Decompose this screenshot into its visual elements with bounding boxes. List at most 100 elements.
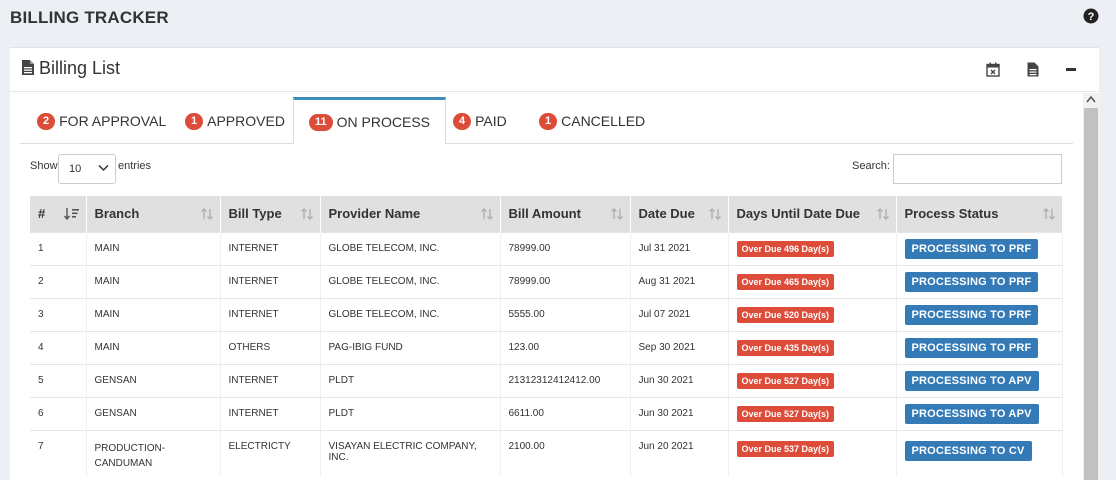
process-status-button[interactable]: PROCESSING TO APV <box>904 370 1039 391</box>
card-header: Billing List <box>10 48 1099 92</box>
cell-branch: MAIN <box>86 297 221 331</box>
col-header-number[interactable]: # <box>30 196 87 232</box>
overdue-badge: Over Due 537 Day(s) <box>736 440 835 457</box>
col-header-provider-name[interactable]: Provider Name <box>320 196 501 232</box>
count-badge: 11 <box>309 113 333 131</box>
status-tabs: 2 FOR APPROVAL 1 APPROVED 11 ON PROCESS … <box>20 97 1073 144</box>
cell-number: 7 <box>30 429 87 477</box>
cell-amount: 21312312412412.00 <box>500 363 631 397</box>
entries-length-select[interactable]: 10 <box>58 154 116 184</box>
cell-branch: MAIN <box>86 231 221 265</box>
tab-label: ON PROCESS <box>336 114 430 130</box>
cell-number: 3 <box>30 297 87 331</box>
process-status-button[interactable]: PROCESSING TO PRF <box>904 304 1039 325</box>
cell-provider: VISAYAN ELECTRIC COMPANY, INC. <box>320 429 501 477</box>
search-label: Search: <box>852 160 890 172</box>
table-row[interactable]: 3 MAIN INTERNET GLOBE TELECOM, INC. 5555… <box>30 297 1063 331</box>
collapse-minus-icon[interactable] <box>1066 68 1076 71</box>
cell-bill-type: OTHERS <box>220 330 321 364</box>
cell-bill-type: INTERNET <box>220 231 321 265</box>
cell-provider: PAG-IBIG FUND <box>320 330 501 364</box>
table-row[interactable]: 6 GENSAN INTERNET PLDT 6611.00 Jun 30 20… <box>30 396 1063 430</box>
col-header-branch[interactable]: Branch <box>86 196 221 232</box>
cell-amount: 6611.00 <box>500 396 631 430</box>
cell-number: 5 <box>30 363 87 397</box>
sort-desc-icon <box>63 208 79 221</box>
billing-table: # Branch Bill Type Provider Name Bill Am… <box>30 196 1063 477</box>
overdue-badge: Over Due 435 Day(s) <box>736 339 835 356</box>
document-icon[interactable] <box>1027 62 1039 77</box>
col-header-process-status[interactable]: Process Status <box>896 196 1063 232</box>
tab-label: FOR APPROVAL <box>59 113 167 129</box>
col-header-days-until-due[interactable]: Days Until Date Due <box>728 196 897 232</box>
scroll-up-arrow-icon[interactable] <box>1086 95 1096 103</box>
chevron-down-icon <box>98 164 109 172</box>
col-header-date-due[interactable]: Date Due <box>630 196 729 232</box>
table-row[interactable]: 1 MAIN INTERNET GLOBE TELECOM, INC. 7899… <box>30 231 1063 265</box>
cell-branch: MAIN <box>86 264 221 298</box>
sort-icon <box>708 208 721 220</box>
entries-label: entries <box>118 160 152 172</box>
cell-provider: GLOBE TELECOM, INC. <box>320 297 501 331</box>
cell-provider: PLDT <box>320 363 501 397</box>
show-label: Show <box>30 160 58 172</box>
cell-branch: PRODUCTION-CANDUMAN <box>86 429 221 477</box>
card-title: Billing List <box>39 58 121 78</box>
scrollbar-thumb[interactable] <box>1084 108 1098 480</box>
process-status-button[interactable]: PROCESSING TO CV <box>904 440 1032 461</box>
sort-icon <box>480 208 493 220</box>
table-row[interactable]: 5 GENSAN INTERNET PLDT 21312312412412.00… <box>30 363 1063 397</box>
cell-provider: GLOBE TELECOM, INC. <box>320 231 501 265</box>
cell-provider: GLOBE TELECOM, INC. <box>320 264 501 298</box>
tab-label: CANCELLED <box>561 113 646 129</box>
table-row[interactable]: 4 MAIN OTHERS PAG-IBIG FUND 123.00 Sep 3… <box>30 330 1063 364</box>
cell-date-due: Jul 07 2021 <box>630 297 729 331</box>
cell-bill-type: ELECTRICTY <box>220 429 321 477</box>
count-badge: 1 <box>539 112 558 130</box>
cell-date-due: Aug 31 2021 <box>630 264 729 298</box>
overdue-badge: Over Due 496 Day(s) <box>736 240 835 257</box>
count-badge: 4 <box>453 112 472 130</box>
cell-number: 1 <box>30 231 87 265</box>
tab-on-process[interactable]: 11 ON PROCESS <box>293 97 446 144</box>
col-header-bill-amount[interactable]: Bill Amount <box>500 196 631 232</box>
svg-text:?: ? <box>1088 11 1095 23</box>
table-row[interactable]: 7 PRODUCTION-CANDUMAN ELECTRICTY VISAYAN… <box>30 429 1063 477</box>
process-status-button[interactable]: PROCESSING TO APV <box>904 403 1039 424</box>
cell-bill-type: INTERNET <box>220 363 321 397</box>
process-status-button[interactable]: PROCESSING TO PRF <box>904 337 1039 358</box>
process-status-button[interactable]: PROCESSING TO PRF <box>904 238 1039 259</box>
tab-paid[interactable]: 4 PAID <box>438 98 522 144</box>
sort-icon <box>876 208 889 220</box>
cell-amount: 123.00 <box>500 330 631 364</box>
cell-date-due: Jul 31 2021 <box>630 231 729 265</box>
tab-for-approval[interactable]: 2 FOR APPROVAL <box>22 98 181 144</box>
help-icon[interactable]: ? <box>1083 8 1099 24</box>
count-badge: 2 <box>37 112 56 130</box>
cell-amount: 78999.00 <box>500 264 631 298</box>
length-value: 10 <box>69 163 82 175</box>
cell-branch: MAIN <box>86 330 221 364</box>
cell-bill-type: INTERNET <box>220 264 321 298</box>
cell-date-due: Jun 30 2021 <box>630 396 729 430</box>
table-header-row: # Branch Bill Type Provider Name Bill Am… <box>30 196 1063 232</box>
cell-provider: PLDT <box>320 396 501 430</box>
cell-bill-type: INTERNET <box>220 396 321 430</box>
process-status-button[interactable]: PROCESSING TO PRF <box>904 271 1039 292</box>
sort-icon <box>1042 208 1055 220</box>
cell-date-due: Jun 30 2021 <box>630 363 729 397</box>
overdue-badge: Over Due 520 Day(s) <box>736 306 835 323</box>
tab-approved[interactable]: 1 APPROVED <box>170 98 300 144</box>
cell-branch: GENSAN <box>86 396 221 430</box>
sort-icon <box>610 208 623 220</box>
cell-date-due: Jun 20 2021 <box>630 429 729 477</box>
calendar-x-icon[interactable] <box>986 62 1000 77</box>
tab-label: APPROVED <box>207 113 285 129</box>
col-header-bill-type[interactable]: Bill Type <box>220 196 321 232</box>
search-input[interactable] <box>893 154 1062 184</box>
table-row[interactable]: 2 MAIN INTERNET GLOBE TELECOM, INC. 7899… <box>30 264 1063 298</box>
overdue-badge: Over Due 527 Day(s) <box>736 372 835 389</box>
cell-amount: 78999.00 <box>500 231 631 265</box>
tab-cancelled[interactable]: 1 CANCELLED <box>524 98 660 144</box>
document-icon <box>22 60 34 75</box>
